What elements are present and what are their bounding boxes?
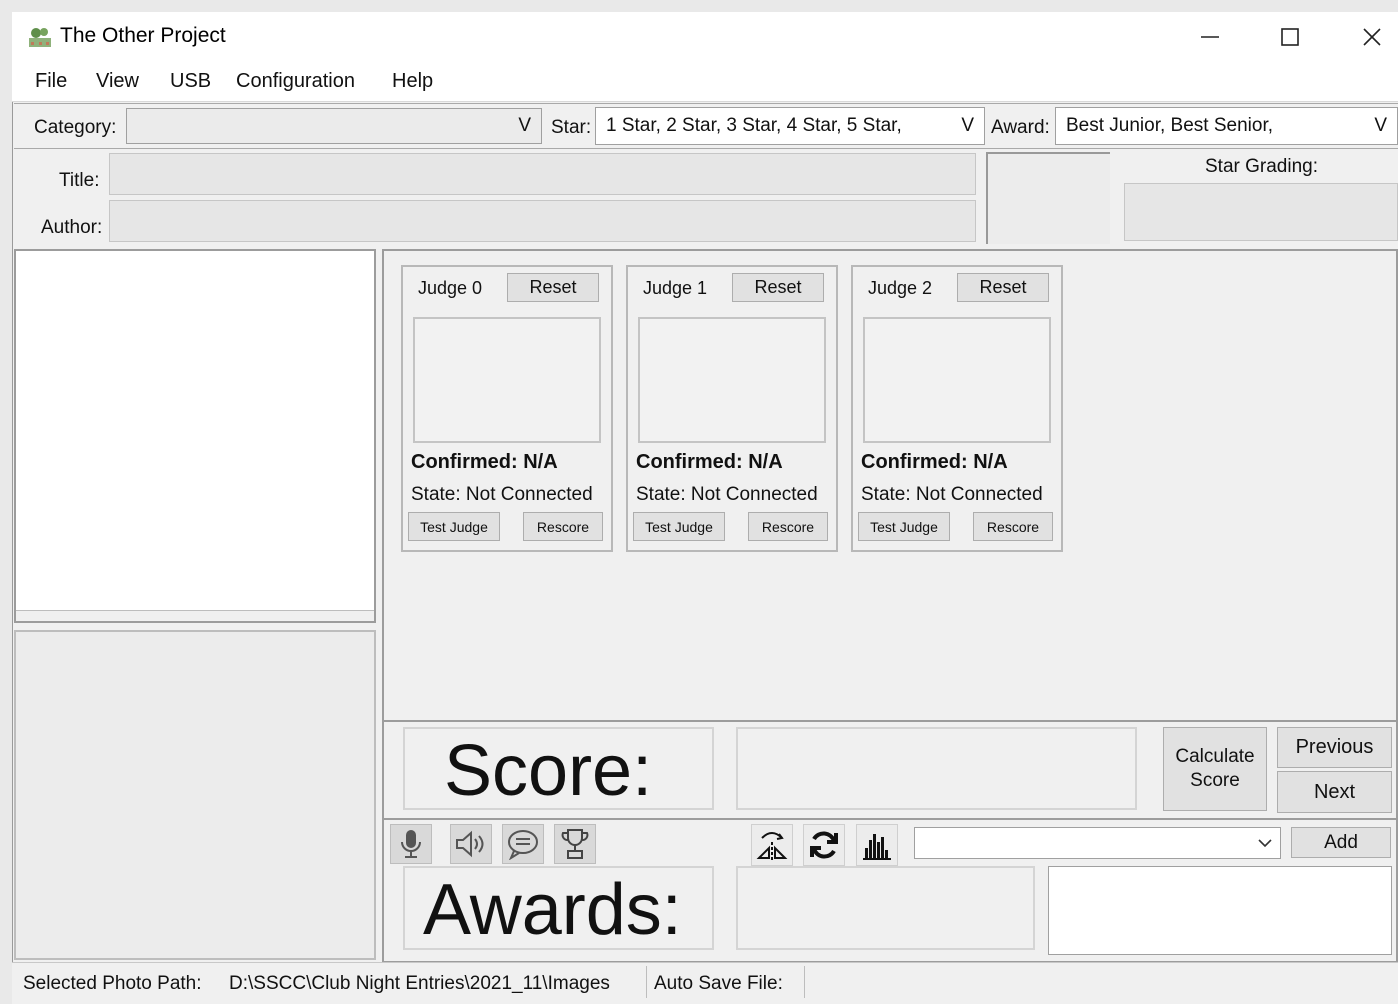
rescore-button[interactable]: Rescore [973, 512, 1053, 541]
awards-list[interactable] [1048, 866, 1392, 955]
minimize-icon [1201, 36, 1219, 38]
star-grading-label: Star Grading: [1205, 156, 1318, 177]
judge-reset-button[interactable]: Reset [957, 273, 1049, 302]
photo-path-label: Selected Photo Path: [23, 973, 202, 994]
calculate-score-button[interactable]: Calculate Score [1163, 727, 1267, 811]
thumbnail-box [986, 152, 1110, 244]
photo-list-panel [14, 249, 376, 623]
judge-name: Judge 0 [418, 278, 483, 298]
judge-score-display [638, 317, 826, 443]
test-judge-button[interactable]: Test Judge [633, 512, 725, 541]
judge-score-display [863, 317, 1051, 443]
award-label: Award: [991, 117, 1050, 138]
refresh-icon[interactable] [803, 824, 845, 866]
divider [384, 818, 1398, 820]
add-award-button[interactable]: Add [1291, 827, 1391, 858]
judge-card: Judge 0 Reset Confirmed: N/A State: Not … [401, 265, 613, 552]
trophy-icon[interactable] [554, 824, 596, 864]
close-icon [1363, 28, 1381, 46]
judge-confirmed: Confirmed: N/A [636, 451, 783, 473]
judge-state: State: Not Connected [411, 484, 593, 505]
star-grading-box [1124, 183, 1398, 241]
chevron-down-icon: V [961, 115, 974, 136]
menu-file[interactable]: File [35, 70, 67, 93]
title-label: Title: [59, 170, 100, 191]
test-judge-button[interactable]: Test Judge [858, 512, 950, 541]
judge-state: State: Not Connected [861, 484, 1043, 505]
judge-card: Judge 2 Reset Confirmed: N/A State: Not … [851, 265, 1063, 552]
maximize-icon [1281, 28, 1299, 46]
menu-help[interactable]: Help [392, 70, 433, 93]
status-divider [804, 966, 805, 998]
judge-confirmed: Confirmed: N/A [861, 451, 1008, 473]
judge-state: State: Not Connected [636, 484, 818, 505]
next-button[interactable]: Next [1277, 771, 1392, 813]
category-label: Category: [34, 117, 117, 138]
photo-path-value: D:\SSCC\Club Night Entries\2021_11\Image… [229, 973, 610, 994]
speaker-icon[interactable] [450, 824, 492, 864]
chevron-down-icon: V [1374, 115, 1387, 136]
star-value: 1 Star, 2 Star, 3 Star, 4 Star, 5 Star, [606, 115, 902, 136]
rescore-button[interactable]: Rescore [523, 512, 603, 541]
flip-icon[interactable] [751, 824, 793, 866]
status-divider [646, 966, 647, 998]
minimize-button[interactable] [1190, 18, 1230, 56]
award-value: Best Junior, Best Senior, [1066, 115, 1274, 136]
awards-label: Awards: [423, 870, 682, 950]
judge-reset-button[interactable]: Reset [732, 273, 824, 302]
menu-bar [12, 62, 1398, 102]
judge-score-display [413, 317, 601, 443]
score-label: Score: [444, 731, 653, 811]
previous-button[interactable]: Previous [1277, 727, 1392, 768]
judge-name: Judge 2 [868, 278, 933, 298]
chevron-down-icon [1258, 839, 1272, 848]
category-dropdown[interactable]: V [126, 108, 542, 144]
author-field[interactable] [109, 200, 976, 242]
chevron-down-icon: V [518, 115, 531, 136]
maximize-button[interactable] [1270, 18, 1310, 56]
window-title: The Other Project [60, 24, 226, 47]
photo-list[interactable] [16, 251, 374, 611]
judge-name: Judge 1 [643, 278, 708, 298]
photo-preview-panel [14, 630, 376, 960]
awards-value-box [736, 866, 1035, 950]
title-field[interactable] [109, 153, 976, 195]
divider [384, 720, 1398, 722]
autosave-label: Auto Save File: [654, 973, 783, 994]
judge-card: Judge 1 Reset Confirmed: N/A State: Not … [626, 265, 838, 552]
star-dropdown[interactable]: 1 Star, 2 Star, 3 Star, 4 Star, 5 Star, … [595, 107, 985, 145]
judge-confirmed: Confirmed: N/A [411, 451, 558, 473]
star-label: Star: [551, 117, 592, 138]
rescore-button[interactable]: Rescore [748, 512, 828, 541]
score-value-box [736, 727, 1137, 810]
judge-reset-button[interactable]: Reset [507, 273, 599, 302]
close-button[interactable] [1352, 18, 1392, 56]
chat-icon[interactable] [502, 824, 544, 864]
awards-select[interactable] [914, 827, 1281, 859]
histogram-icon[interactable] [856, 824, 898, 866]
author-label: Author: [41, 217, 103, 238]
test-judge-button[interactable]: Test Judge [408, 512, 500, 541]
menu-view[interactable]: View [96, 70, 139, 93]
app-icon [26, 24, 54, 50]
menu-configuration[interactable]: Configuration [236, 70, 355, 93]
award-dropdown[interactable]: Best Junior, Best Senior, V [1055, 107, 1398, 145]
microphone-icon[interactable] [390, 824, 432, 864]
menu-usb[interactable]: USB [170, 70, 211, 93]
